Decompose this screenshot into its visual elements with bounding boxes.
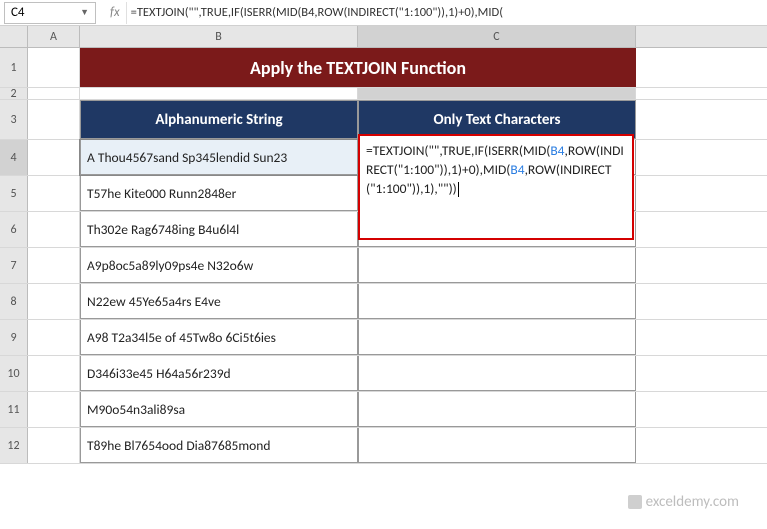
row-10: 10 D346i33e45 H64a56r239d bbox=[0, 356, 767, 392]
cell-A1[interactable] bbox=[28, 48, 80, 87]
row-7: 7 A9p8oc5a89ly09ps4e N32o6w bbox=[0, 248, 767, 284]
chevron-down-icon[interactable]: ▼ bbox=[80, 7, 89, 18]
cell-A7[interactable] bbox=[28, 248, 80, 283]
row-header[interactable]: 2 bbox=[0, 88, 28, 99]
row-header[interactable]: 3 bbox=[0, 100, 28, 139]
cell-C10[interactable] bbox=[358, 356, 636, 391]
cell-C12[interactable] bbox=[358, 428, 636, 463]
name-box[interactable]: C4 ▼ bbox=[4, 2, 96, 24]
cell-C8[interactable] bbox=[358, 284, 636, 319]
cell-text: N22ew 45Ye65a4rs E4ve bbox=[87, 293, 221, 310]
cell-B7[interactable]: A9p8oc5a89ly09ps4e N32o6w bbox=[80, 248, 358, 283]
cell-text: M90o54n3ali89sa bbox=[87, 401, 185, 418]
formula-part-1: =TEXTJOIN("",TRUE,IF(ISERR(MID( bbox=[366, 142, 550, 159]
cell-C9[interactable] bbox=[358, 320, 636, 355]
row-header[interactable]: 9 bbox=[0, 320, 28, 355]
col-header-C[interactable]: C bbox=[358, 26, 636, 47]
row-header[interactable]: 10 bbox=[0, 356, 28, 391]
row-header[interactable]: 1 bbox=[0, 48, 28, 87]
row-12: 12 T89he Bl7654ood Dia87685mond bbox=[0, 428, 767, 464]
header-C-text: Only Text Characters bbox=[433, 111, 560, 129]
formula-ref-1: B4 bbox=[550, 142, 564, 159]
title-text: Apply the TEXTJOIN Function bbox=[250, 57, 466, 79]
cell-B5[interactable]: T57he Kite000 Runn2848er bbox=[80, 176, 358, 211]
cell-C11[interactable] bbox=[358, 392, 636, 427]
fx-icon[interactable]: fx bbox=[110, 5, 120, 20]
col-header-A[interactable]: A bbox=[28, 26, 80, 47]
row-header[interactable]: 11 bbox=[0, 392, 28, 427]
formula-edit-overlay[interactable]: =TEXTJOIN("",TRUE,IF(ISERR(MID(B4,ROW(IN… bbox=[358, 134, 634, 240]
col-header-B[interactable]: B bbox=[80, 26, 358, 47]
cell-B8[interactable]: N22ew 45Ye65a4rs E4ve bbox=[80, 284, 358, 319]
formula-bar[interactable]: =TEXTJOIN("",TRUE,IF(ISERR(MID(B4,ROW(IN… bbox=[126, 2, 767, 24]
cell-text: D346i33e45 H64a56r239d bbox=[87, 365, 231, 382]
column-headers: A B C bbox=[0, 26, 767, 48]
cell-A12[interactable] bbox=[28, 428, 80, 463]
cell-text: T57he Kite000 Runn2848er bbox=[87, 185, 236, 202]
cell-B6[interactable]: Th302e Rag6748ing B4u6l4l bbox=[80, 212, 358, 247]
cell-B2[interactable] bbox=[80, 88, 358, 99]
formula-ref-2: B4 bbox=[510, 161, 524, 178]
row-11: 11 M90o54n3ali89sa bbox=[0, 392, 767, 428]
cell-B4-text: A Thou4567sand Sp345lendid Sun23 bbox=[87, 149, 287, 166]
row-8: 8 N22ew 45Ye65a4rs E4ve bbox=[0, 284, 767, 320]
formula-bar-row: C4 ▼ fx =TEXTJOIN("",TRUE,IF(ISERR(MID(B… bbox=[0, 0, 767, 26]
row-2: 2 bbox=[0, 88, 767, 100]
cell-B9[interactable]: A98 T2a34l5e of 45Tw8o 6Ci5t6ies bbox=[80, 320, 358, 355]
cell-A9[interactable] bbox=[28, 320, 80, 355]
row-header[interactable]: 12 bbox=[0, 428, 28, 463]
cell-text: A98 T2a34l5e of 45Tw8o 6Ci5t6ies bbox=[87, 329, 276, 346]
cell-C7[interactable] bbox=[358, 248, 636, 283]
watermark-icon bbox=[628, 495, 642, 509]
cell-A6[interactable] bbox=[28, 212, 80, 247]
cell-text: T89he Bl7654ood Dia87685mond bbox=[87, 437, 271, 454]
cell-C2[interactable] bbox=[358, 88, 636, 99]
watermark: exceldemy.com bbox=[628, 493, 739, 511]
cell-text: A9p8oc5a89ly09ps4e N32o6w bbox=[87, 257, 253, 274]
header-B-text: Alphanumeric String bbox=[155, 111, 282, 129]
cell-A5[interactable] bbox=[28, 176, 80, 211]
cell-A2[interactable] bbox=[28, 88, 80, 99]
cell-A4[interactable] bbox=[28, 140, 80, 175]
cell-text: Th302e Rag6748ing B4u6l4l bbox=[87, 221, 239, 238]
cell-B4[interactable]: A Thou4567sand Sp345lendid Sun23 bbox=[80, 140, 358, 175]
spreadsheet-grid: A B C 1 Apply the TEXTJOIN Function 2 3 … bbox=[0, 26, 767, 464]
row-header[interactable]: 4 bbox=[0, 140, 28, 175]
header-alphanumeric[interactable]: Alphanumeric String bbox=[80, 100, 358, 139]
cell-B12[interactable]: T89he Bl7654ood Dia87685mond bbox=[80, 428, 358, 463]
cell-A8[interactable] bbox=[28, 284, 80, 319]
text-cursor bbox=[458, 182, 459, 197]
formula-bar-text: =TEXTJOIN("",TRUE,IF(ISERR(MID(B4,ROW(IN… bbox=[131, 5, 503, 20]
row-header[interactable]: 6 bbox=[0, 212, 28, 247]
cell-B11[interactable]: M90o54n3ali89sa bbox=[80, 392, 358, 427]
cell-A3[interactable] bbox=[28, 100, 80, 139]
select-all-corner[interactable] bbox=[0, 26, 28, 47]
row-header[interactable]: 7 bbox=[0, 248, 28, 283]
name-box-value: C4 bbox=[11, 5, 25, 20]
row-1: 1 Apply the TEXTJOIN Function bbox=[0, 48, 767, 88]
title-cell[interactable]: Apply the TEXTJOIN Function bbox=[80, 48, 636, 87]
row-header[interactable]: 8 bbox=[0, 284, 28, 319]
cell-A11[interactable] bbox=[28, 392, 80, 427]
cell-B10[interactable]: D346i33e45 H64a56r239d bbox=[80, 356, 358, 391]
cell-A10[interactable] bbox=[28, 356, 80, 391]
watermark-text: exceldemy.com bbox=[646, 493, 739, 511]
row-header[interactable]: 5 bbox=[0, 176, 28, 211]
row-9: 9 A98 T2a34l5e of 45Tw8o 6Ci5t6ies bbox=[0, 320, 767, 356]
